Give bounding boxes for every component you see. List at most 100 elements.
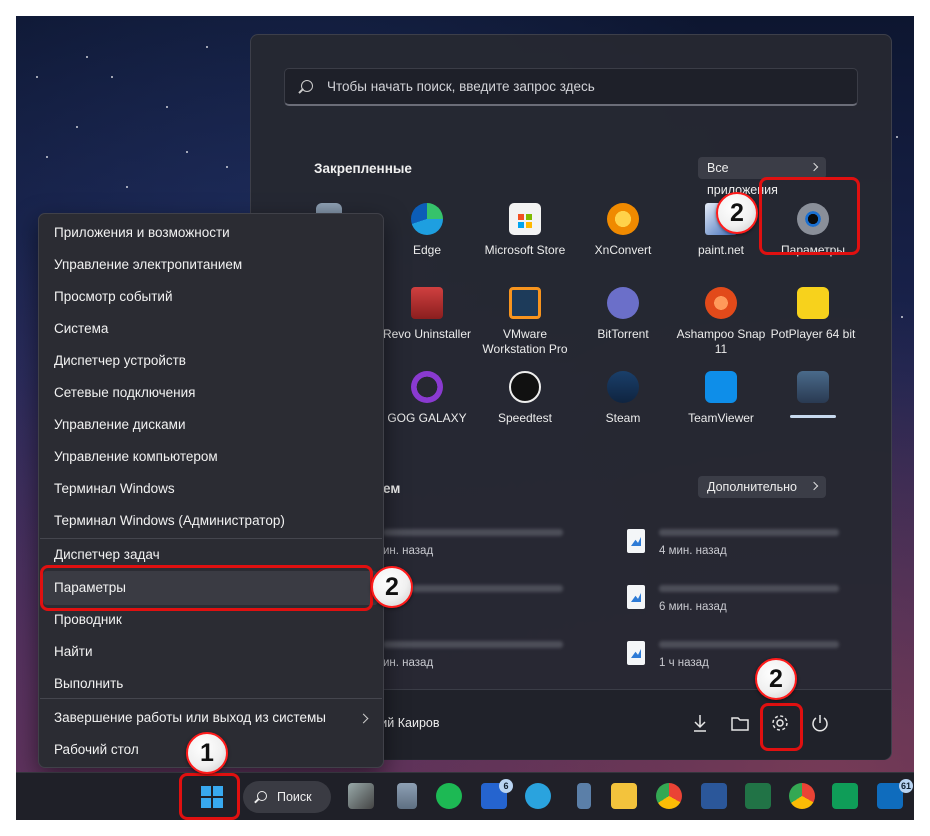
app-label: PotPlayer 64 bit (770, 327, 856, 341)
menu-item-shutdown-signout[interactable]: Завершение работы или выход из системы (54, 710, 326, 725)
blurred-filename (659, 529, 839, 536)
menu-item-file-explorer[interactable]: Проводник (54, 612, 122, 627)
app-label: XnConvert (594, 243, 652, 257)
desktop: Чтобы начать поиск, введите запрос здесь… (16, 16, 914, 820)
taskbar: Поиск 6 61 (16, 772, 914, 820)
menu-item-network-connections[interactable]: Сетевые подключения (54, 385, 196, 400)
app-label: Speedtest (497, 411, 553, 425)
chevron-right-icon (809, 481, 819, 491)
recommended-item[interactable]: 1 ч назад (627, 641, 877, 675)
file-explorer-icon[interactable] (611, 783, 637, 809)
menu-item-computer-management[interactable]: Управление компьютером (54, 449, 218, 464)
recommended-time: 6 мин. назад (659, 601, 727, 613)
menu-item-device-manager[interactable]: Диспетчер устройств (54, 353, 186, 368)
start-search-input[interactable]: Чтобы начать поиск, введите запрос здесь (284, 68, 858, 106)
app-label: BitTorrent (597, 327, 649, 341)
annotation-box-settings-footer (760, 703, 803, 751)
recommended-title: ем (383, 481, 401, 496)
power-icon[interactable] (809, 712, 831, 734)
pinned-app-ashampoo-snap[interactable]: Ashampoo Snap 11 (672, 287, 770, 359)
sheets-icon[interactable] (832, 783, 858, 809)
pinned-app-microsoft-store[interactable]: Microsoft Store (476, 203, 574, 275)
annotation-box-settings-app (759, 177, 860, 255)
teamviewer-icon (705, 371, 737, 403)
annotation-box-start-button (179, 773, 240, 820)
calculator-icon[interactable] (397, 783, 417, 809)
recommended-item[interactable]: 6 мин. назад (627, 585, 877, 619)
telegram-icon[interactable] (525, 783, 551, 809)
chrome-icon[interactable] (656, 783, 682, 809)
vmware-icon (509, 287, 541, 319)
pinned-app-potplayer[interactable]: PotPlayer 64 bit (764, 287, 862, 359)
annotation-box-settings-menu-item (40, 565, 373, 611)
outlook-badge: 61 (899, 779, 913, 793)
app-label: VMware Workstation Pro (482, 327, 568, 356)
menu-item-windows-terminal[interactable]: Терминал Windows (54, 481, 175, 496)
chevron-right-icon (358, 713, 369, 724)
pinned-app-gog-galaxy[interactable]: GOG GALAXY (378, 371, 476, 443)
xnconvert-icon (607, 203, 639, 235)
recommended-time: 1 ч назад (659, 657, 709, 669)
blurred-filename (659, 585, 839, 592)
blurred-filename (383, 641, 563, 648)
image-file-icon (627, 585, 645, 609)
file-explorer-icon[interactable] (729, 712, 751, 734)
pinned-app-solitaire[interactable] (764, 371, 862, 443)
pinned-app-teamviewer[interactable]: TeamViewer (672, 371, 770, 443)
chevron-right-icon (809, 162, 819, 172)
pinned-title: Закрепленные (314, 161, 412, 176)
image-file-icon (627, 529, 645, 553)
excel-icon[interactable] (745, 783, 771, 809)
search-placeholder: Чтобы начать поиск, введите запрос здесь (327, 79, 595, 94)
all-apps-button[interactable]: Все приложения (698, 157, 826, 197)
menu-divider (40, 538, 382, 539)
pinned-app-bittorrent[interactable]: BitTorrent (574, 287, 672, 359)
annotation-step-1: 1 (186, 732, 228, 774)
menu-item-apps-features[interactable]: Приложения и возможности (54, 225, 230, 240)
app-label: Ashampoo Snap 11 (676, 327, 766, 356)
recommended-item[interactable]: ин. назад (351, 529, 601, 563)
app-label: GOG GALAXY (387, 411, 467, 425)
chrome-profile-icon[interactable] (789, 783, 815, 809)
pinned-app-vmware[interactable]: VMware Workstation Pro (476, 287, 574, 359)
app-label: Revo Uninstaller (382, 327, 472, 341)
pinned-app-edge[interactable]: Edge (378, 203, 476, 275)
pinned-app-steam[interactable]: Steam (574, 371, 672, 443)
menu-item-task-manager[interactable]: Диспетчер задач (54, 547, 160, 562)
menu-item-windows-terminal-admin[interactable]: Терминал Windows (Администратор) (54, 513, 285, 528)
task-view-icon[interactable] (348, 783, 374, 809)
spotify-icon[interactable] (436, 783, 462, 809)
recommended-item[interactable]: ин. назад (351, 641, 601, 675)
ashampoo-icon (705, 287, 737, 319)
speedtest-icon (509, 371, 541, 403)
annotation-step-2-menu: 2 (371, 566, 413, 608)
menu-item-system[interactable]: Система (54, 321, 108, 336)
pinned-app-xnconvert[interactable]: XnConvert (574, 203, 672, 275)
taskbar-search-button[interactable]: Поиск (243, 781, 331, 813)
todo-icon[interactable]: 6 (481, 779, 513, 809)
app-label: Edge (412, 243, 442, 257)
store-icon (509, 203, 541, 235)
annotation-step-2-footer: 2 (755, 658, 797, 700)
menu-item-power-options[interactable]: Управление электропитанием (54, 257, 242, 272)
recommended-item[interactable]: 4 мин. назад (627, 529, 877, 563)
phone-link-icon[interactable] (577, 783, 591, 809)
menu-item-run[interactable]: Выполнить (54, 676, 123, 691)
more-button[interactable]: Дополнительно (698, 476, 826, 498)
search-icon (257, 791, 267, 801)
pinned-app-speedtest[interactable]: Speedtest (476, 371, 574, 443)
menu-item-event-viewer[interactable]: Просмотр событий (54, 289, 173, 304)
outlook-icon[interactable]: 61 (877, 779, 913, 809)
downloads-icon[interactable] (689, 712, 711, 734)
menu-item-desktop[interactable]: Рабочий стол (54, 742, 139, 757)
menu-item-disk-management[interactable]: Управление дисками (54, 417, 186, 432)
pinned-app-revo-uninstaller[interactable]: Revo Uninstaller (378, 287, 476, 359)
power-user-menu: Приложения и возможности Управление элек… (38, 213, 384, 768)
word-icon[interactable] (701, 783, 727, 809)
app-label: Steam (605, 411, 641, 425)
more-label: Дополнительно (707, 480, 797, 494)
gog-icon (411, 371, 443, 403)
page-indicator (790, 415, 836, 418)
menu-item-search[interactable]: Найти (54, 644, 93, 659)
menu-divider (40, 698, 382, 699)
